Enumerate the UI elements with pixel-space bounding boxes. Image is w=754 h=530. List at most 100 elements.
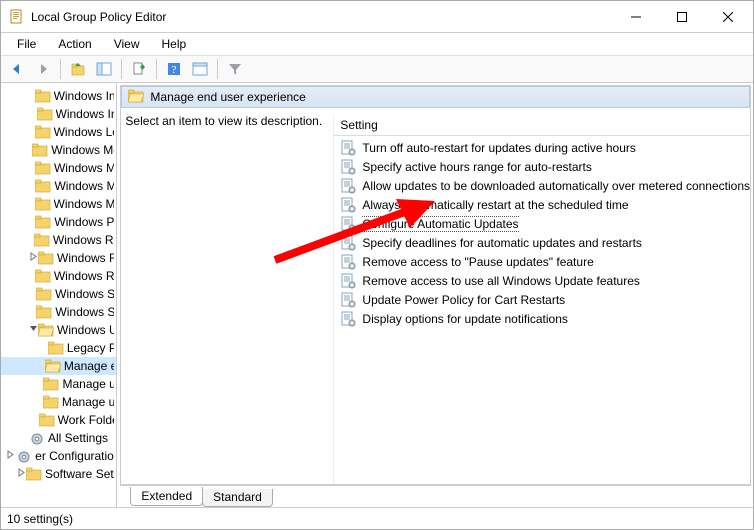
tab-standard[interactable]: Standard [202,489,273,507]
tree-item[interactable]: All Settings [1,429,116,447]
tree-item[interactable]: Windows Remote Shell [1,267,116,285]
tree-item[interactable]: Windows Reliability Analysis [1,231,116,249]
description-column: Select an item to view its description. [121,114,333,484]
tree-item[interactable]: Windows PowerShell [1,213,116,231]
help-button[interactable]: ? [162,57,186,81]
tree-item[interactable]: Windows Messenger [1,177,116,195]
tree-item-label: All Settings [48,431,108,445]
tree-item[interactable]: Windows Security [1,303,116,321]
content-header-title: Manage end user experience [150,90,305,104]
export-list-button[interactable] [127,57,151,81]
minimize-button[interactable] [613,2,659,32]
list-item-label: Display options for update notifications [362,312,567,326]
tree-item[interactable]: Software Settings [1,465,116,483]
window-title: Local Group Policy Editor [31,10,166,24]
tree-item[interactable]: er Configuration [1,447,116,465]
filter-button[interactable] [223,57,247,81]
up-button[interactable] [66,57,90,81]
tree-item[interactable]: Legacy Policies [1,339,116,357]
list-item[interactable]: Configure Automatic Updates [334,214,750,233]
list-item-label: Specify active hours range for auto-rest… [362,160,591,174]
menu-help[interactable]: Help [152,35,197,53]
list-item[interactable]: Update Power Policy for Cart Restarts [334,290,750,309]
list-item-label: Remove access to use all Windows Update … [362,274,639,288]
policy-icon [340,273,356,289]
folder-icon [36,305,52,319]
tree-item-label: Windows Mobility Center [54,197,115,211]
tree-item[interactable]: Windows Remote Management (WinRM) [1,249,116,267]
list-item[interactable]: Turn off auto-restart for updates during… [334,138,750,157]
title-bar: Local Group Policy Editor [1,1,753,33]
tree-item[interactable]: Windows Media Digital Rights Management [1,141,116,159]
tree-item-label: Windows Remote Shell [54,269,115,283]
menu-file[interactable]: File [7,35,46,53]
tree-item[interactable]: Windows Logon Options [1,123,116,141]
list-item[interactable]: Specify deadlines for automatic updates … [334,233,750,252]
tree-item-label: Manage end user experience [64,359,115,373]
maximize-button[interactable] [659,2,705,32]
tree-item[interactable]: Windows Ink Workspace [1,87,116,105]
policy-icon [340,311,356,327]
tree-item-label: Windows Logon Options [54,125,115,139]
policy-icon [340,292,356,308]
policy-icon [340,140,356,156]
folder-icon [39,413,55,427]
tree-item-label: Work Folders [58,413,115,427]
tree-item-label: Windows Reliability Analysis [53,233,115,247]
policy-icon [340,178,356,194]
back-button[interactable] [5,57,29,81]
tree-item[interactable]: Manage end user experience [1,357,116,375]
list-item[interactable]: Allow updates to be downloaded automatic… [334,176,750,195]
settings-list: Setting Turn off auto-restart for update… [333,114,750,484]
content-header: Manage end user experience [121,86,750,108]
menu-view[interactable]: View [104,35,150,53]
folder-icon [35,89,51,103]
tree-item[interactable]: Manage updates offered from Windows Upda… [1,375,116,393]
tree-item-label: Windows Remote Management (WinRM) [57,251,114,265]
folder-open-icon [38,323,54,337]
tree-item[interactable]: Windows Sandbox [1,285,116,303]
chevron-right-icon[interactable] [29,252,38,264]
folder-icon [26,467,42,481]
menu-bar: File Action View Help [1,33,753,55]
tree-item[interactable]: Windows Media Player [1,159,116,177]
column-header-setting[interactable]: Setting [334,114,750,136]
tree-item-label: Legacy Policies [67,341,115,355]
tree-item[interactable]: Windows Installer [1,105,116,123]
tree-item-label: Manage updates offered from Windows Upda… [62,377,114,391]
app-icon [9,9,25,25]
tree-item-label: Windows Update [57,323,114,337]
properties-button[interactable] [188,57,212,81]
tree-item[interactable]: Windows Mobility Center [1,195,116,213]
tree-item-label: Windows Media Player [54,161,114,175]
tree-item-label: Manage updates offered from Windows Serv… [62,395,115,409]
list-item[interactable]: Remove access to "Pause updates" feature [334,252,750,271]
tree-item-label: Windows Security [55,305,114,319]
tab-extended[interactable]: Extended [130,487,203,506]
list-item[interactable]: Specify active hours range for auto-rest… [334,157,750,176]
chevron-down-icon[interactable] [29,324,38,336]
tree-item[interactable]: Manage updates offered from Windows Serv… [1,393,116,411]
menu-action[interactable]: Action [48,35,101,53]
policy-icon [340,216,356,232]
tree-item[interactable]: Work Folders [1,411,116,429]
tree-item-label: Windows Installer [56,107,115,121]
folder-icon [32,143,48,157]
tree-item[interactable]: Windows Update [1,321,116,339]
show-hide-tree-button[interactable] [92,57,116,81]
close-button[interactable] [705,2,751,32]
list-item[interactable]: Display options for update notifications [334,309,750,328]
list-item[interactable]: Always automatically restart at the sche… [334,195,750,214]
tree-item-label: Windows Ink Workspace [54,89,115,103]
folder-icon [35,215,51,229]
chevron-right-icon[interactable] [5,450,16,462]
folder-open-icon [128,89,144,106]
tree-item-label: er Configuration [35,449,114,463]
forward-button[interactable] [31,57,55,81]
folder-icon [34,233,50,247]
chevron-right-icon[interactable] [17,468,26,480]
gear-icon [16,449,32,463]
list-item[interactable]: Remove access to use all Windows Update … [334,271,750,290]
navigation-tree[interactable]: Windows Ink Workspace Windows Installer Wi… [1,83,117,507]
view-tabs: Extended Standard [120,485,751,507]
